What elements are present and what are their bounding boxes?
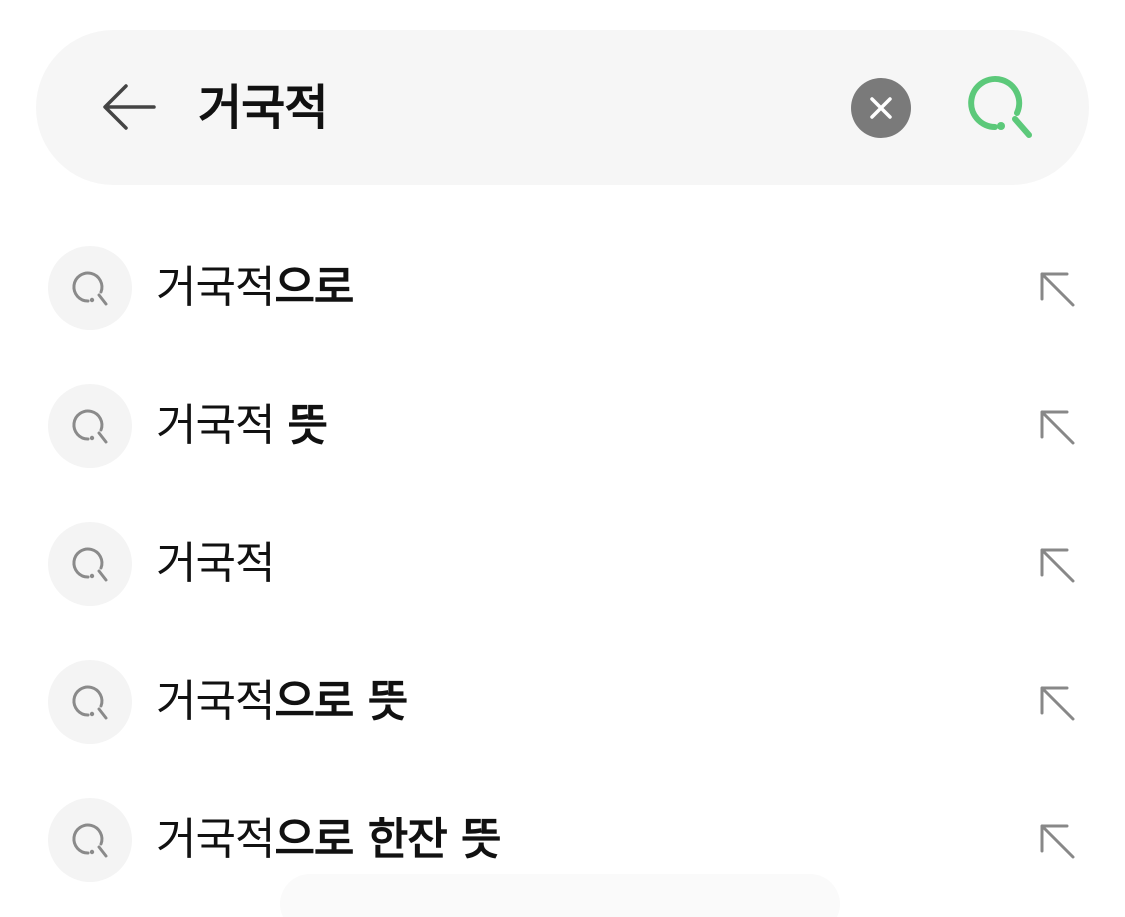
fill-query-button[interactable] xyxy=(1032,678,1082,728)
suggestion-typed-text: 거국적 xyxy=(156,262,275,313)
suggestion-completion-text: 으로 뜻 xyxy=(274,676,408,727)
suggestion-icon xyxy=(48,384,132,468)
search-page: 거국적 거국적으로 거국적 뜻 거국적 거국적으로 뜻 거국적으로 한잔 뜻 xyxy=(0,0,1125,917)
fill-query-button[interactable] xyxy=(1032,264,1082,314)
suggestion-completion-text: 뜻 xyxy=(287,400,327,451)
suggestion-icon xyxy=(48,660,132,744)
suggestion-typed-text: 거국적 xyxy=(156,538,275,589)
suggestion-label: 거국적 뜻 xyxy=(156,394,328,458)
suggestion-completion-text: 으로 xyxy=(274,262,354,313)
suggestion-typed-text: 거국적 xyxy=(156,400,288,451)
fill-query-button[interactable] xyxy=(1032,816,1082,866)
suggestion-label: 거국적 xyxy=(156,532,275,596)
suggestion-label: 거국적으로 한잔 뜻 xyxy=(156,808,502,872)
suggestion-label: 거국적으로 xyxy=(156,256,354,320)
arrow-up-left-icon xyxy=(1040,686,1075,721)
bottom-fade-overlay xyxy=(280,874,840,917)
search-icon xyxy=(72,547,108,582)
suggestion-icon xyxy=(48,798,132,882)
suggestion-label: 거국적으로 뜻 xyxy=(156,670,408,734)
search-icon xyxy=(72,685,108,720)
suggestion-item[interactable]: 거국적 xyxy=(0,512,1125,616)
fill-query-button[interactable] xyxy=(1032,402,1082,452)
suggestion-icon xyxy=(48,522,132,606)
suggestion-typed-text: 거국적 xyxy=(156,814,275,865)
search-icon xyxy=(72,271,108,306)
arrow-up-left-icon xyxy=(1040,548,1075,583)
search-icon xyxy=(72,409,108,444)
suggestion-typed-text: 거국적 xyxy=(156,676,275,727)
suggestion-list: 거국적으로 거국적 뜻 거국적 거국적으로 뜻 거국적으로 한잔 뜻 xyxy=(0,0,1125,917)
suggestion-item[interactable]: 거국적 뜻 xyxy=(0,374,1125,478)
arrow-up-left-icon xyxy=(1040,410,1075,445)
arrow-up-left-icon xyxy=(1040,272,1075,307)
arrow-up-left-icon xyxy=(1040,824,1075,859)
fill-query-button[interactable] xyxy=(1032,540,1082,590)
suggestion-icon xyxy=(48,246,132,330)
suggestion-item[interactable]: 거국적으로 xyxy=(0,236,1125,340)
suggestion-item[interactable]: 거국적으로 뜻 xyxy=(0,650,1125,754)
suggestion-completion-text: 으로 한잔 뜻 xyxy=(274,814,501,865)
search-icon xyxy=(72,823,108,858)
